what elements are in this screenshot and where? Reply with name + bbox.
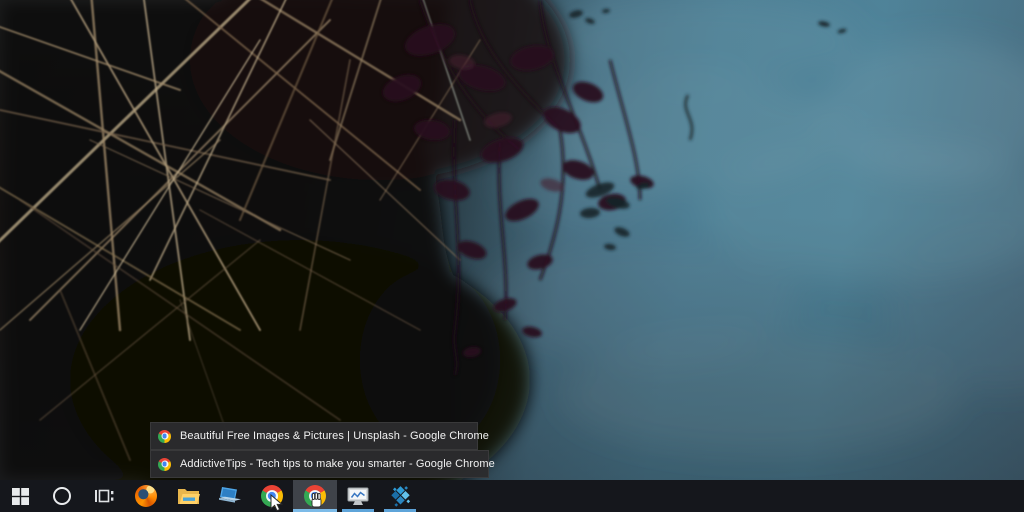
laptop-icon [219,486,241,503]
file-explorer-icon [177,489,200,504]
mouse-arrow-cursor-icon [270,494,283,512]
task-view-icon [95,489,114,503]
firefox-icon [135,485,157,507]
desktop-wallpaper[interactable] [0,0,1024,480]
flyout-window-title: AddictiveTips - Tech tips to make you sm… [180,458,495,470]
windows-start-icon [11,487,29,505]
laptop-app-button[interactable] [210,480,250,512]
windows-desktop-screen: { "wallpaper": { "description": "dark po… [0,0,1024,512]
mouse-hand-cursor-icon [311,492,322,508]
flyout-window-item-addictivetips[interactable]: AddictiveTips - Tech tips to make you sm… [150,450,495,478]
cube-app-button[interactable] [380,480,420,512]
taskbar [0,480,1024,512]
monitor-chart-icon [347,487,369,505]
cortana-circle-icon [53,487,71,505]
start-button[interactable] [0,480,40,512]
cortana-search-button[interactable] [42,480,82,512]
task-view-button[interactable] [84,480,124,512]
firefox-button[interactable] [126,480,166,512]
file-explorer-button[interactable] [168,480,208,512]
wallpaper-art [0,0,1024,480]
flyout-window-item-unsplash[interactable]: Beautiful Free Images & Pictures | Unspl… [150,422,489,450]
chrome-icon [158,429,171,443]
flyout-window-title: Beautiful Free Images & Pictures | Unspl… [180,430,489,442]
blue-cube-icon [390,486,410,507]
performance-monitor-button[interactable] [338,480,378,512]
chrome-icon [158,457,171,471]
